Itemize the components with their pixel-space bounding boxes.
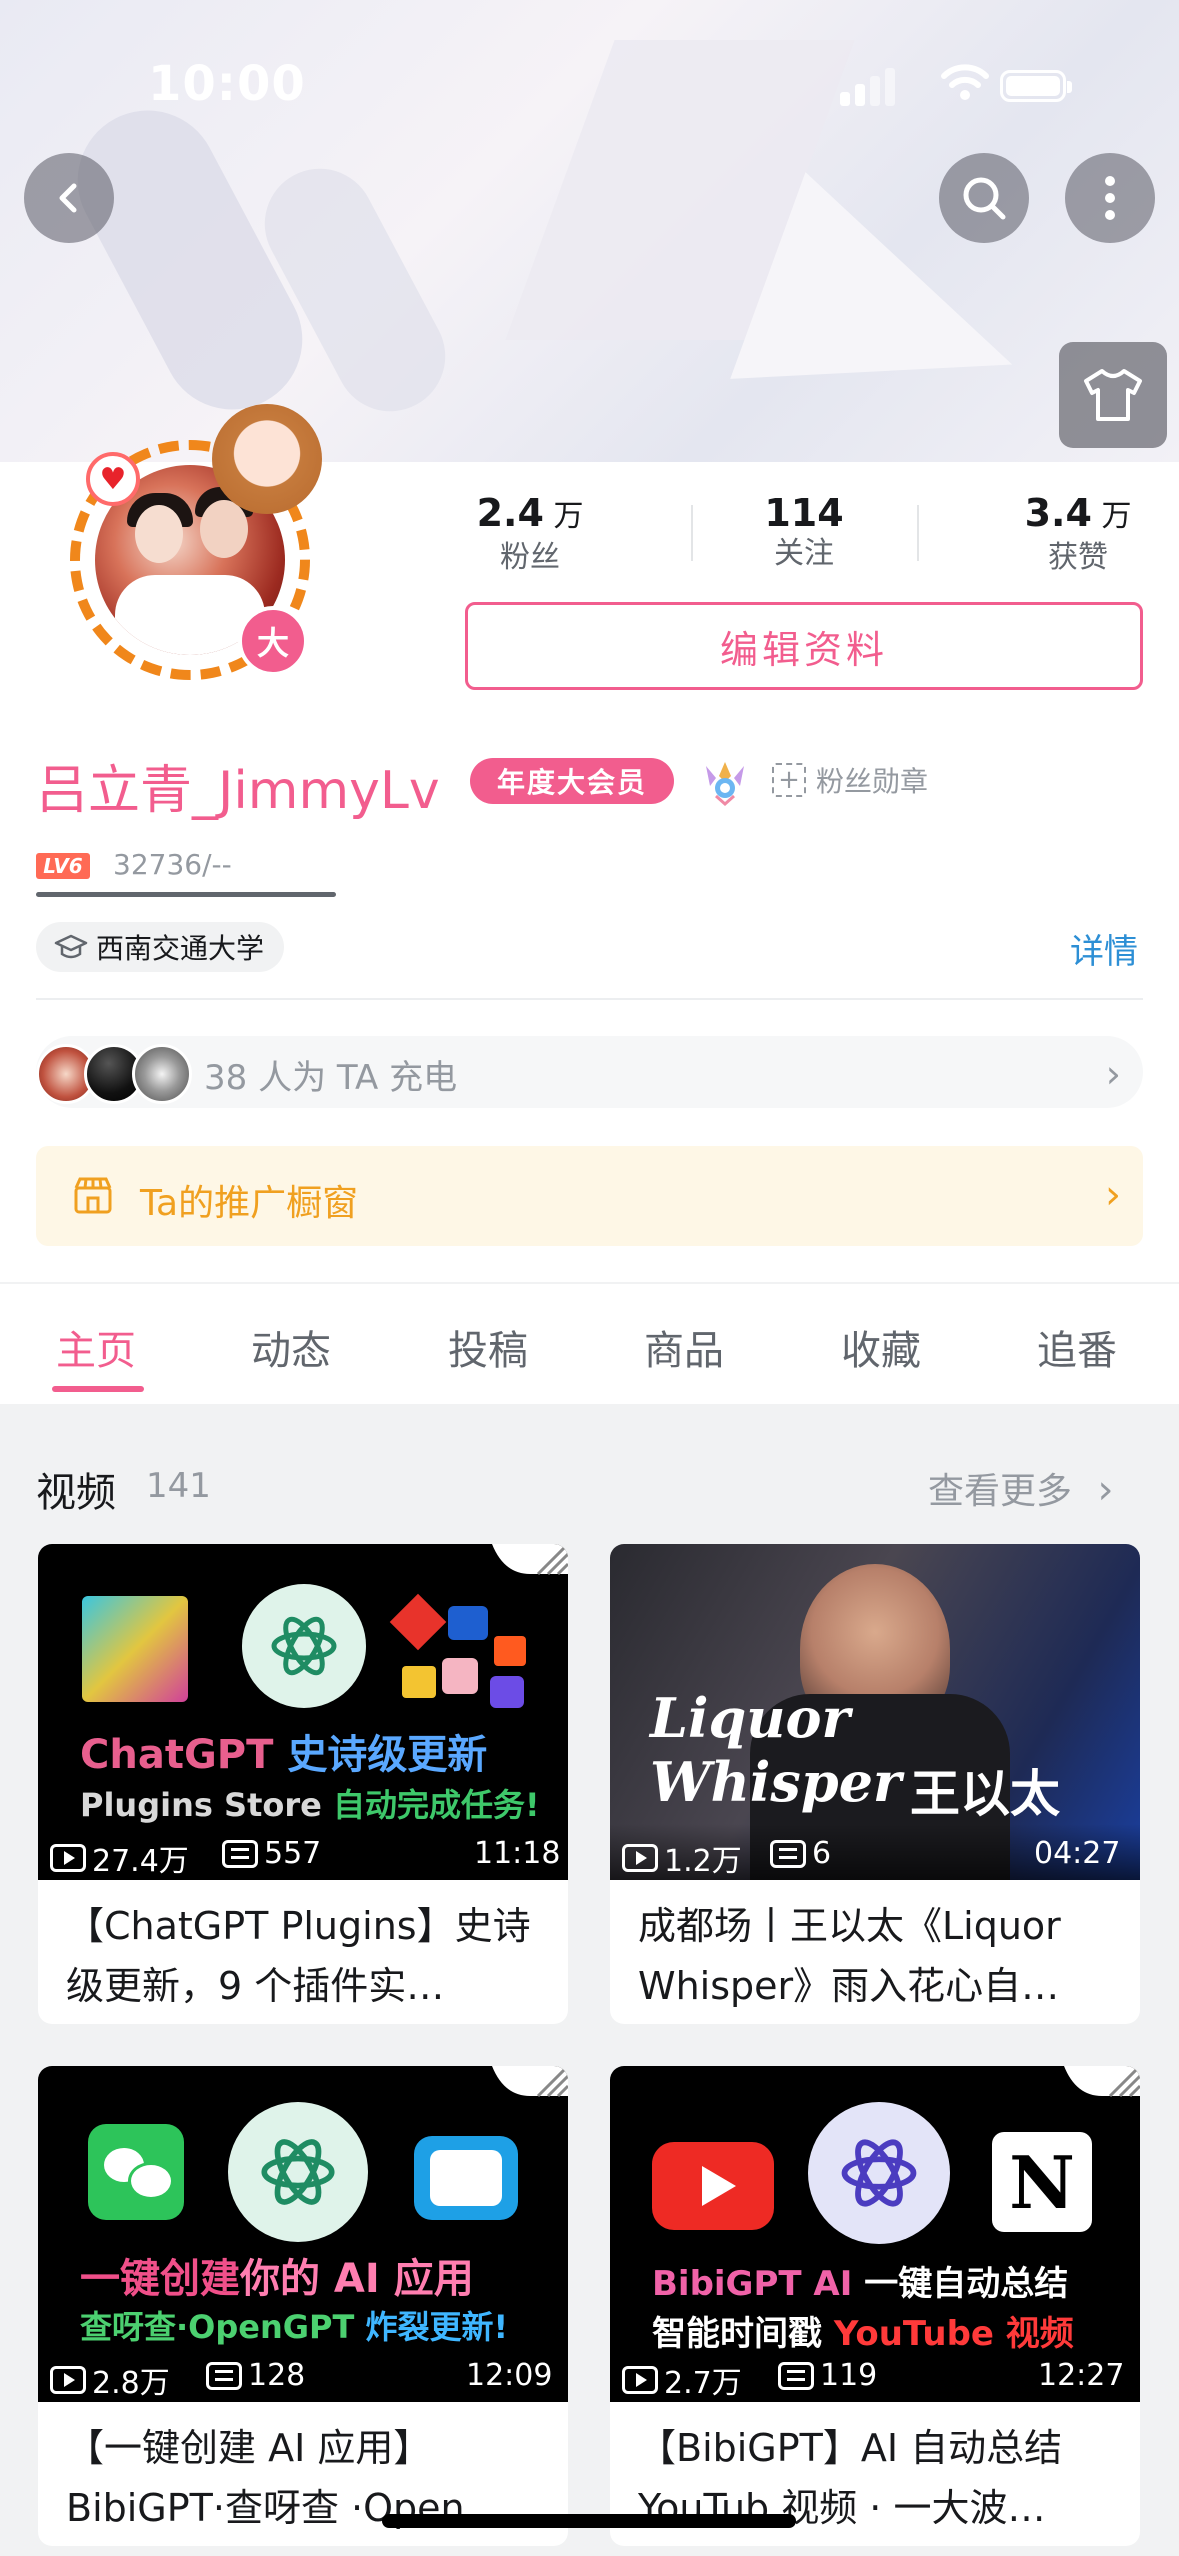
tab-uploads[interactable]: 投稿 (448, 1318, 528, 1376)
play-icon (50, 1844, 86, 1872)
status-indicators (840, 62, 1080, 106)
home-indicator[interactable] (382, 2514, 796, 2528)
tab-products[interactable]: 商品 (644, 1318, 724, 1376)
video-stats: 1.2万 6 04:27 (610, 1824, 1140, 1880)
avatar-pendant (212, 404, 322, 514)
graduation-cap-icon (54, 934, 88, 959)
tab-indicator (52, 1386, 144, 1392)
stat-following[interactable]: 114 关注 (714, 490, 894, 572)
back-button[interactable] (24, 153, 114, 243)
see-more-link[interactable]: 查看更多 › (928, 1462, 1113, 1514)
stat-divider (691, 505, 693, 561)
divider (36, 998, 1143, 1000)
video-title: 【ChatGPT Plugins】史诗级更新，9 个插件实… (66, 1904, 531, 2008)
edit-profile-button[interactable]: 编辑资料 (465, 602, 1143, 690)
openai-icon (242, 1584, 366, 1708)
charge-bar[interactable]: 38 人为 TA 充电 › (36, 1036, 1143, 1108)
exp-value: 32736/-- (113, 848, 232, 881)
play-icon (622, 1844, 658, 1872)
charge-text: 38 人为 TA 充电 (204, 1058, 458, 1098)
stat-likes[interactable]: 3.4 万 获赞 (988, 490, 1168, 576)
danmaku-icon (778, 2361, 814, 2390)
video-stats: 2.7万 119 12:27 (610, 2346, 1140, 2402)
battery-icon (1000, 70, 1072, 102)
play-icon (622, 2366, 658, 2394)
fan-badge-label: 粉丝勋章 (816, 765, 929, 798)
view-count: 2.8万 (92, 2366, 170, 2401)
more-button[interactable] (1065, 153, 1155, 243)
danmaku-count: 557 (264, 1836, 322, 1871)
danmaku-icon (206, 2361, 242, 2390)
video-title: 成都场丨王以太《Liquor Whisper》雨入花心自… (638, 1904, 1061, 2008)
stat-divider (917, 505, 919, 561)
video-thumbnail: N BibiGPT AI 一键自动总结 智能时间戳 YouTube 视频 2.7… (610, 2066, 1140, 2402)
detail-link[interactable]: 详情 (1070, 924, 1138, 973)
video-card[interactable]: N BibiGPT AI 一键自动总结 智能时间戳 YouTube 视频 2.7… (610, 2066, 1140, 2546)
play-icon (50, 2366, 86, 2394)
duration: 11:18 (474, 1836, 561, 1871)
duration: 12:27 (1038, 2358, 1125, 2393)
chevron-right-icon: › (1097, 1467, 1114, 1513)
medal-icon[interactable] (700, 756, 750, 806)
view-count: 27.4万 (92, 1844, 189, 1879)
promo-window[interactable]: Ta的推广橱窗 › (36, 1146, 1143, 1246)
view-count: 2.7万 (664, 2366, 742, 2401)
tab-bar: 主页 动态 投稿 商品 收藏 追番 (0, 1284, 1179, 1404)
view-count: 1.2万 (664, 1844, 742, 1879)
wifi-icon (941, 64, 989, 100)
danmaku-icon (222, 1839, 258, 1868)
video-thumbnail: Liquor Whisper 王以太 1.2万 6 04:27 (610, 1544, 1140, 1880)
danmaku-count: 119 (820, 2358, 878, 2393)
back-icon (59, 183, 77, 213)
see-more-label: 查看更多 (928, 1471, 1073, 1512)
tab-home[interactable]: 主页 (56, 1318, 136, 1376)
video-stats: 2.8万 128 12:09 (38, 2346, 568, 2402)
charger-avatar (132, 1044, 192, 1104)
plus-icon: + (772, 763, 806, 797)
duration: 12:09 (466, 2358, 553, 2393)
stat-fans[interactable]: 2.4 万 粉丝 (440, 490, 620, 576)
username: 吕立青_JimmyLv (36, 761, 440, 821)
fan-badge-button[interactable]: + 粉丝勋章 (772, 760, 928, 800)
vip-badge[interactable]: 年度大会员 (470, 758, 674, 804)
openai-icon (228, 2102, 368, 2242)
dress-up-button[interactable] (1059, 342, 1167, 448)
duration: 04:27 (1034, 1836, 1121, 1871)
heart-icon: ♥ (86, 452, 140, 506)
school-name: 西南交通大学 (96, 932, 265, 965)
danmaku-count: 128 (248, 2358, 306, 2393)
shop-icon (74, 1177, 112, 1214)
video-card[interactable]: 一键创建你的 AI 应用 查呀查·OpenGPT 炸裂更新! 2.8万 128 … (38, 2066, 568, 2546)
search-icon (963, 177, 1006, 220)
section-title: 视频 (36, 1470, 116, 1516)
chevron-right-icon: › (1105, 1172, 1121, 1218)
tab-favorites[interactable]: 收藏 (841, 1318, 921, 1376)
promo-text: Ta的推广橱窗 (140, 1183, 359, 1224)
search-button[interactable] (939, 153, 1029, 243)
video-card[interactable]: Liquor Whisper 王以太 1.2万 6 04:27 成都场丨王以太《… (610, 1544, 1140, 2024)
video-stats: 27.4万 557 11:18 (38, 1824, 568, 1880)
section-count: 141 (146, 1466, 211, 1506)
video-thumbnail: 一键创建你的 AI 应用 查呀查·OpenGPT 炸裂更新! 2.8万 128 … (38, 2066, 568, 2402)
tab-bangumi[interactable]: 追番 (1037, 1318, 1117, 1376)
vip-level-badge: 大 (238, 606, 308, 676)
exp-bar (36, 892, 336, 897)
chevron-right-icon: › (1105, 1052, 1121, 1096)
more-icon (1105, 176, 1115, 220)
video-card[interactable]: ChatGPT 史诗级更新 Plugins Store 自动完成任务! 27.4… (38, 1544, 568, 2024)
openai-icon (808, 2102, 950, 2244)
video-thumbnail: ChatGPT 史诗级更新 Plugins Store 自动完成任务! 27.4… (38, 1544, 568, 1880)
shirt-icon (1084, 369, 1142, 421)
danmaku-count: 6 (812, 1836, 832, 1871)
danmaku-icon (770, 1839, 806, 1868)
school-tag[interactable]: 西南交通大学 (36, 922, 285, 972)
level-tag: LV6 (36, 853, 90, 879)
tab-dynamics[interactable]: 动态 (251, 1318, 331, 1376)
status-time: 10:00 (148, 56, 306, 112)
